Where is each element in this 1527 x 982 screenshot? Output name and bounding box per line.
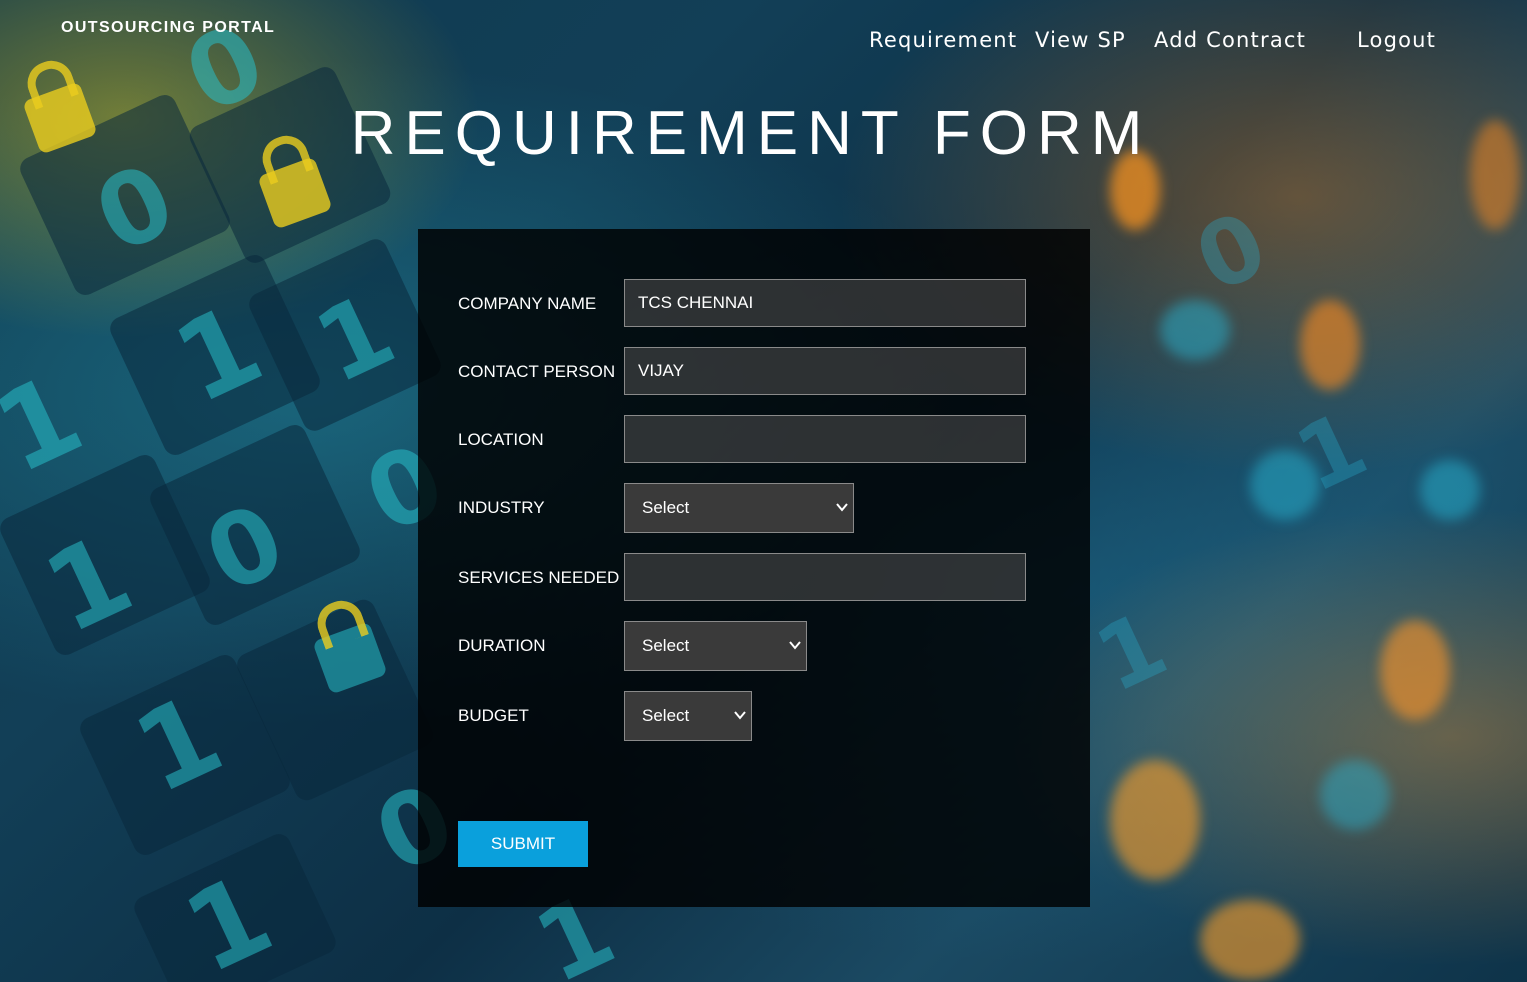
industry-select[interactable]: Select [624,483,854,533]
duration-selected-value: Select [642,636,690,655]
company-name-input[interactable] [624,279,1026,327]
bg-tile [245,235,445,435]
bg-bokeh [1420,460,1480,520]
page-title: REQUIREMENT FORM [350,99,1152,168]
bg-digit: 1 [1080,591,1182,714]
services-needed-label: SERVICES NEEDED [458,568,620,587]
location-input[interactable] [624,415,1026,463]
bg-bokeh [1380,620,1450,720]
bg-digit: 0 [1180,191,1282,314]
submit-button[interactable]: SUBMIT [458,821,588,867]
industry-selected-value: Select [642,498,690,517]
bg-digit: 1 [1280,391,1382,514]
bg-digit: 1 [116,669,241,819]
padlock-icon [312,621,388,695]
industry-label: INDUSTRY [458,498,545,517]
bg-tile [76,651,294,859]
chevron-down-icon [836,503,848,512]
bg-bokeh [1300,300,1360,390]
duration-select[interactable]: Select [624,621,807,671]
company-name-label: COMPANY NAME [458,294,597,313]
bg-bokeh [1110,760,1200,880]
bg-digit: 1 [298,270,412,407]
bg-bokeh [1320,760,1390,830]
budget-selected-value: Select [642,706,690,725]
nav-item-logout[interactable]: Logout [1357,28,1436,52]
bg-tile [0,451,214,659]
contact-person-input[interactable] [624,347,1026,395]
bg-digit: 1 [0,349,101,499]
services-needed-input[interactable] [624,553,1026,601]
budget-label: BUDGET [458,706,529,725]
bg-digit: 0 [188,480,302,617]
bg-tile [130,830,340,982]
chevron-down-icon [789,641,801,650]
location-label: LOCATION [458,430,544,449]
bg-bokeh [1160,300,1230,360]
bg-digit: 1 [166,849,291,982]
chevron-down-icon [734,711,746,720]
bg-bokeh [1250,450,1320,520]
nav-item-requirement[interactable]: Requirement [869,28,1017,52]
budget-select[interactable]: Select [624,691,752,741]
bg-digit: 1 [26,509,151,659]
duration-label: DURATION [458,636,546,655]
bg-bokeh [1200,900,1300,980]
contact-person-label: CONTACT PERSON [458,362,616,381]
nav-item-view-sp[interactable]: View SP [1035,28,1126,52]
bg-tile [233,595,437,805]
bg-tile [106,251,324,459]
top-nav: Requirement View SP Add Contract Logout [0,28,1527,54]
nav-item-add-contract[interactable]: Add Contract [1154,28,1306,52]
requirement-form: COMPANY NAME CONTACT PERSON LOCATION IND… [418,229,1090,907]
bg-digit: 1 [156,279,281,429]
bg-tile [146,421,364,629]
